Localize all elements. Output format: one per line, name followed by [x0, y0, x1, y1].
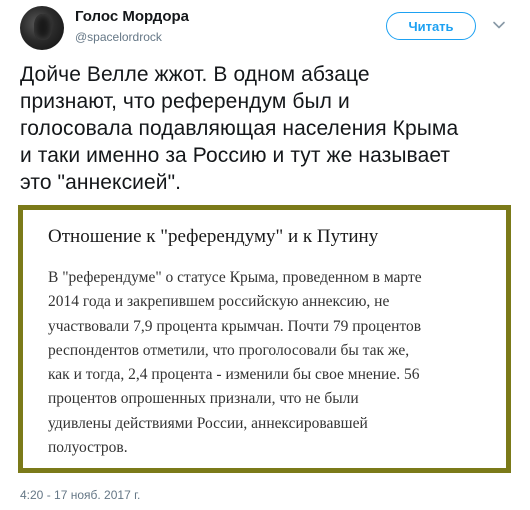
article-body-line: процентов опрошенных признали, что не бы… [48, 390, 359, 408]
article-body: В "референдуме" о статусе Крыма, проведе… [48, 266, 508, 460]
article-body-line: участвовали 7,9 процента крымчан. Почти … [48, 317, 422, 335]
attached-image[interactable]: Отношение к "референдуму" и к Путину В "… [18, 205, 511, 473]
tweet-text-line: это "аннексией". [20, 171, 182, 194]
tweet-text-line: Дойче Велле жжот. В одном абзаце [20, 63, 370, 86]
article-body-line: удивлены действиями России, аннексировав… [48, 414, 368, 432]
article-body-line: респондентов отметили, что проголосовали… [48, 341, 410, 359]
chevron-down-icon[interactable] [492, 18, 506, 32]
tweet-text: Дойче Велле жжот. В одном абзаце признаю… [20, 61, 520, 196]
author-avatar[interactable] [20, 6, 64, 50]
tweet-card: Голос Мордора @spacelordrock Читать Дойч… [0, 0, 530, 510]
author-handle[interactable]: @spacelordrock [75, 30, 162, 44]
tweet-text-line: признают, что референдум был и [20, 90, 350, 113]
follow-button[interactable]: Читать [386, 12, 476, 40]
author-display-name[interactable]: Голос Мордора [75, 8, 189, 25]
tweet-text-line: голосовала подавляющая населения Крыма [20, 117, 459, 140]
tweet-timestamp[interactable]: 4:20 - 17 нояб. 2017 г. [20, 488, 140, 502]
article-body-line: полуостров. [48, 439, 128, 457]
article-body-line: 2014 года и закрепившем российскую аннек… [48, 293, 390, 311]
tweet-text-line: и таки именно за Россию и тут же называе… [20, 144, 451, 167]
article-body-line: В "референдуме" о статусе Крыма, проведе… [48, 269, 422, 286]
article-body-line: как и тогда, 2,4 процента - изменили бы … [48, 366, 420, 384]
article-heading: Отношение к "референдуму" и к Путину [48, 226, 379, 247]
